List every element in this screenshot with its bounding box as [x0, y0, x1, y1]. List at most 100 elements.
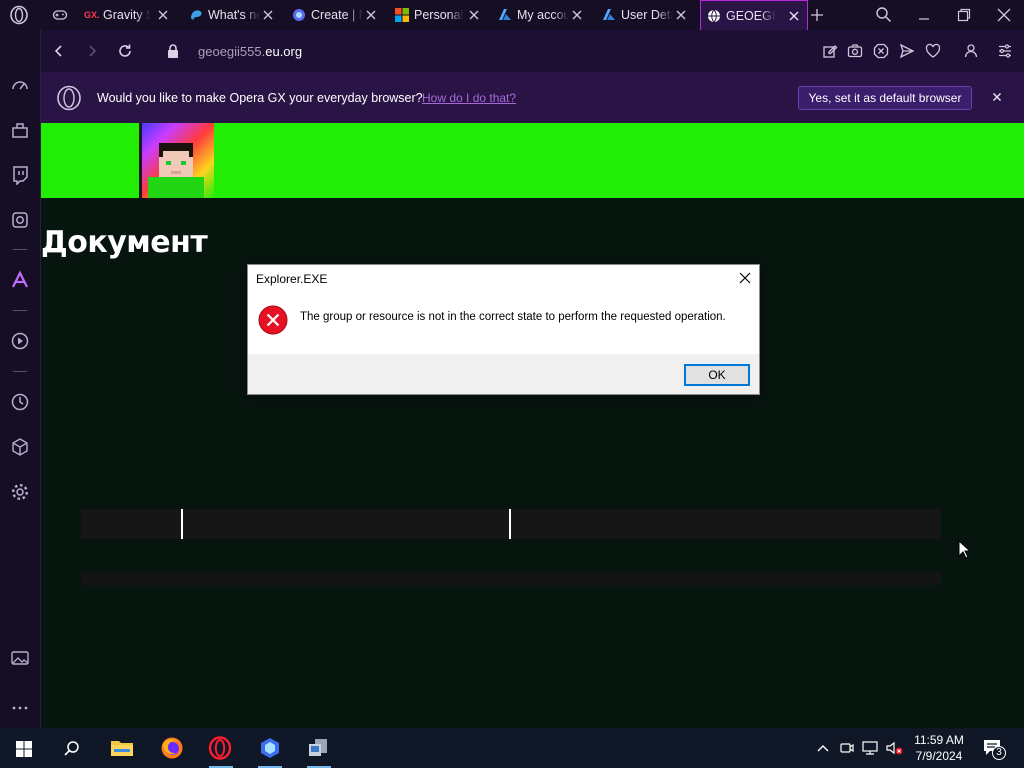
- folder-icon: [111, 741, 133, 756]
- windows-logo-icon: [16, 741, 32, 757]
- search-tabs-icon[interactable]: [875, 6, 892, 23]
- tab-personal[interactable]: Personal Acc: [395, 0, 487, 30]
- volume-muted-icon[interactable]: [886, 740, 904, 756]
- minimize-icon[interactable]: [916, 7, 932, 23]
- mouse-cursor-icon: [958, 540, 972, 559]
- player-icon[interactable]: [10, 331, 30, 351]
- twitch-icon[interactable]: [10, 165, 30, 185]
- set-default-button[interactable]: Yes, set it as default browser: [798, 86, 972, 110]
- taskbar-file-explorer[interactable]: [98, 728, 146, 768]
- firefox-icon: [161, 737, 183, 759]
- tab-my-account[interactable]: My account: [498, 0, 590, 30]
- tab-user-details[interactable]: User Details: [602, 0, 694, 30]
- tab-whats-new[interactable]: What's new: [189, 0, 281, 30]
- heart-icon[interactable]: [925, 43, 941, 59]
- tab-bar: GX. Gravity Surf What's new Create | Mic…: [0, 0, 1024, 30]
- easy-setup-icon[interactable]: [997, 43, 1013, 59]
- show-hidden-icons-icon[interactable]: [816, 741, 830, 755]
- tab-geoegii555[interactable]: GEOEGII555: [700, 0, 808, 30]
- page-banner: [41, 123, 1024, 198]
- taskbar-app[interactable]: [295, 728, 343, 768]
- close-tab-icon[interactable]: [156, 8, 170, 22]
- close-tab-icon[interactable]: [570, 8, 584, 22]
- dialog-message: The group or resource is not in the corr…: [300, 311, 726, 323]
- notification-text: Would you like to make Opera GX your eve…: [97, 91, 423, 105]
- copilot-icon: [293, 9, 305, 21]
- action-center-button[interactable]: 3: [982, 738, 1006, 760]
- more-icon[interactable]: [10, 698, 30, 718]
- page-title: Документ: [41, 225, 208, 260]
- search-button[interactable]: [48, 728, 96, 768]
- globe-icon: [708, 9, 720, 22]
- error-icon: [258, 305, 288, 335]
- progress-marker: [509, 509, 511, 539]
- gamepad-icon[interactable]: [52, 8, 68, 22]
- dialog-footer: [248, 354, 759, 394]
- tab-gravity[interactable]: GX. Gravity Surf: [84, 0, 176, 30]
- close-dialog-icon[interactable]: [739, 272, 751, 284]
- network-icon[interactable]: [862, 740, 880, 756]
- settings-gear-icon[interactable]: [10, 482, 30, 502]
- close-tab-icon[interactable]: [261, 8, 275, 22]
- progress-track: [81, 509, 941, 539]
- restore-icon[interactable]: [956, 7, 972, 23]
- error-dialog: Explorer.EXE The group or resource is no…: [247, 264, 760, 395]
- pixel-avatar: [139, 123, 214, 198]
- reload-icon[interactable]: [117, 43, 133, 59]
- adblock-icon[interactable]: [873, 43, 889, 59]
- ok-button[interactable]: OK: [684, 364, 750, 386]
- secondary-bar: [81, 572, 941, 585]
- url-field[interactable]: geoegii555.eu.org: [198, 44, 302, 59]
- snapshot-edit-icon[interactable]: [822, 43, 838, 59]
- speed-dial-icon[interactable]: [10, 75, 30, 95]
- sidebar-divider: [13, 371, 27, 372]
- profile-icon[interactable]: [963, 43, 979, 59]
- sidebar: [0, 30, 41, 728]
- opera-gx-icon: [208, 736, 232, 760]
- instagram-icon[interactable]: [10, 210, 30, 230]
- taskbar: 11:59 AM 7/9/2024 3: [0, 728, 1024, 768]
- close-tab-icon[interactable]: [467, 8, 481, 22]
- close-tab-icon[interactable]: [364, 8, 378, 22]
- sidebar-divider: [13, 310, 27, 311]
- sidebar-divider: [13, 249, 27, 250]
- extensions-cube-icon[interactable]: [10, 437, 30, 457]
- send-icon[interactable]: [899, 43, 915, 59]
- gx-icon: GX.: [84, 10, 100, 20]
- taskbar-copilot[interactable]: [246, 728, 294, 768]
- tab-create[interactable]: Create | Mic: [292, 0, 384, 30]
- taskbar-firefox[interactable]: [148, 728, 196, 768]
- forward-icon[interactable]: [84, 43, 100, 59]
- aria-icon[interactable]: [10, 270, 30, 290]
- close-window-icon[interactable]: [996, 7, 1012, 23]
- microsoft-icon: [395, 8, 409, 22]
- opera-menu-icon[interactable]: [9, 5, 29, 25]
- address-bar: geoegii555.eu.org: [41, 30, 1024, 72]
- notification-count-badge: 3: [992, 746, 1006, 760]
- wallpaper-icon[interactable]: [10, 648, 30, 668]
- meet-now-icon[interactable]: [839, 740, 855, 756]
- remote-desktop-icon: [309, 739, 327, 756]
- default-browser-notification: Would you like to make Opera GX your eve…: [41, 72, 1024, 123]
- azure-icon: [499, 9, 511, 20]
- history-icon[interactable]: [10, 392, 30, 412]
- search-icon: [64, 741, 79, 756]
- azure-icon: [603, 9, 615, 20]
- camera-icon[interactable]: [847, 43, 863, 59]
- lock-icon[interactable]: [166, 43, 180, 59]
- how-to-link[interactable]: How do I do that?: [422, 91, 516, 105]
- gx-corner-icon[interactable]: [10, 120, 30, 140]
- dialog-title: Explorer.EXE: [256, 272, 328, 286]
- progress-marker: [181, 509, 183, 539]
- clock-time: 11:59 AM: [914, 733, 964, 747]
- close-tab-icon[interactable]: [674, 8, 688, 22]
- close-tab-icon[interactable]: [787, 9, 801, 23]
- dismiss-notification-icon[interactable]: [992, 92, 1002, 102]
- clock-date: 7/9/2024: [915, 749, 963, 763]
- taskbar-opera-gx[interactable]: [197, 728, 245, 768]
- clock[interactable]: 11:59 AM 7/9/2024: [908, 732, 970, 764]
- back-icon[interactable]: [51, 43, 67, 59]
- start-button[interactable]: [0, 728, 48, 768]
- new-tab-icon[interactable]: [809, 7, 825, 23]
- edge-icon: [191, 10, 202, 20]
